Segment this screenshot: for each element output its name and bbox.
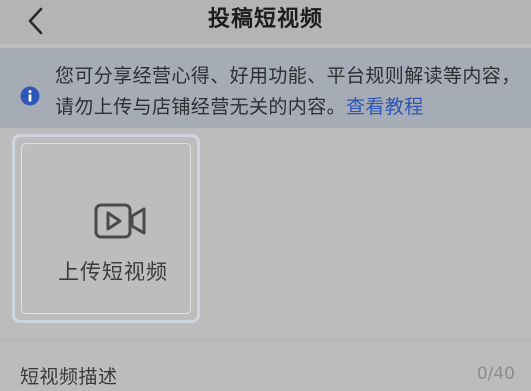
notice-message: 您可分享经营心得、好用功能、平台规则解读等内容，请勿上传与店铺经营无关的内容。 [55,65,521,118]
info-icon [20,86,40,106]
video-camera-icon [94,203,146,239]
page-title: 投稿短视频 [207,7,323,32]
top-bar: 投稿短视频 [0,0,531,44]
upload-video-button[interactable]: 上传短视频 [12,134,200,323]
upload-label: 上传短视频 [58,260,168,284]
description-char-count: 0/40 [476,364,515,384]
upload-card-inner: 上传短视频 [21,143,191,314]
notice-text: 您可分享经营心得、好用功能、平台规则解读等内容，请勿上传与店铺经营无关的内容。查… [55,61,525,123]
description-label: 短视频描述 [20,366,118,388]
section-divider [0,338,531,342]
tutorial-link[interactable]: 查看教程 [346,96,424,118]
